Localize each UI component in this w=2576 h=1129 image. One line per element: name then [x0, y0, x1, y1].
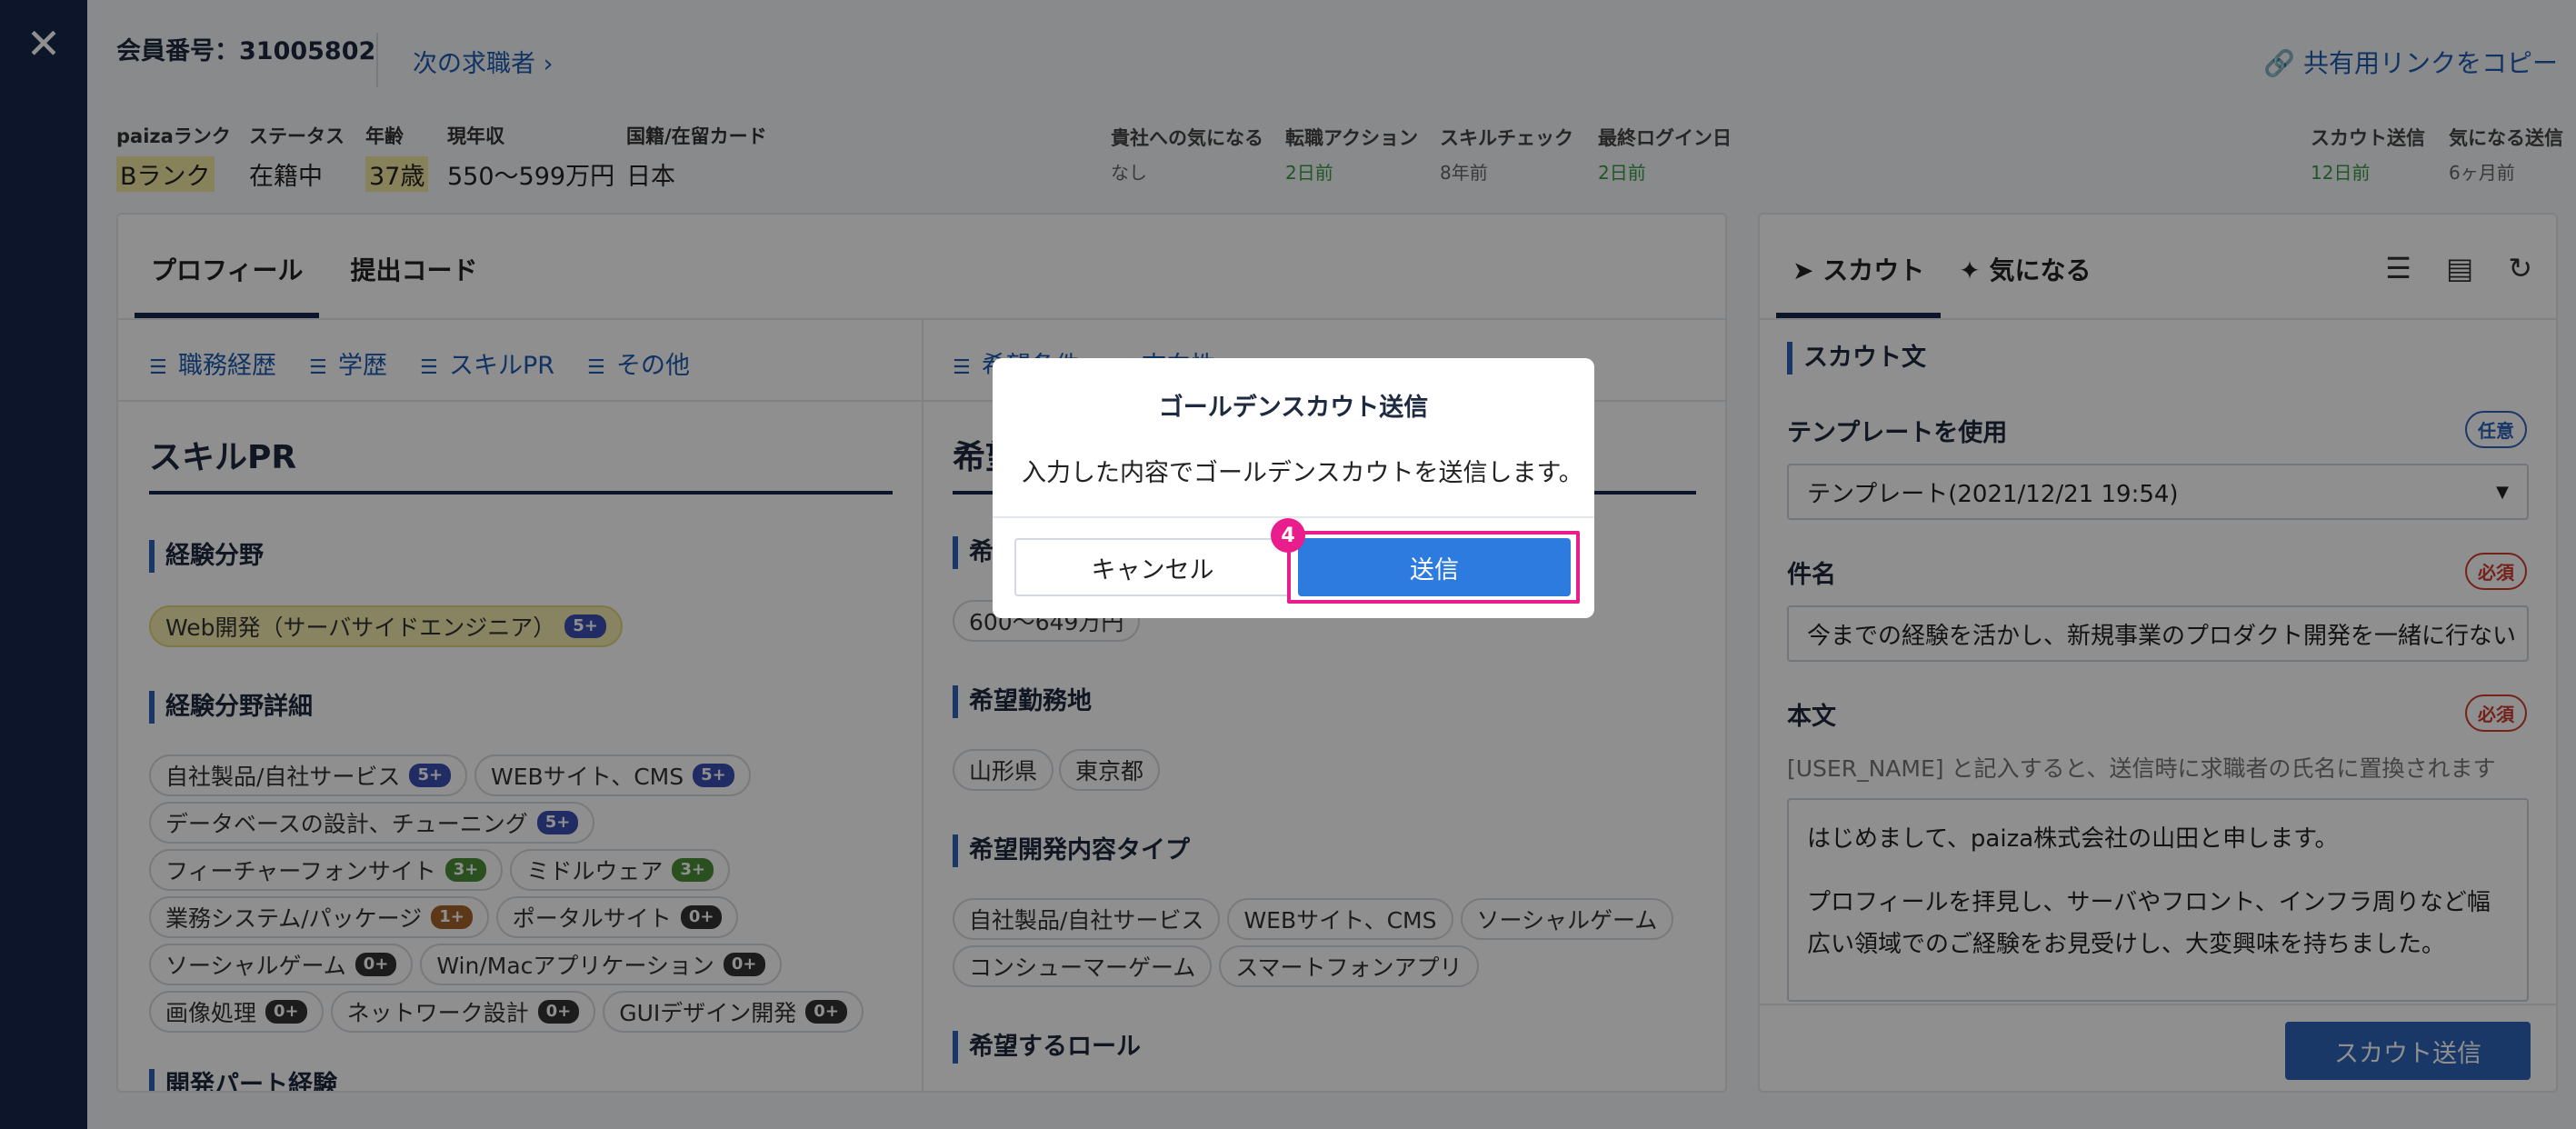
send-button[interactable]: 送信 [1298, 538, 1571, 596]
golden-scout-dialog: ゴールデンスカウト送信 入力した内容でゴールデンスカウトを送信します。 キャンセ… [993, 358, 1594, 618]
dialog-title: ゴールデンスカウト送信 [1158, 394, 1429, 422]
cancel-button[interactable]: キャンセル [1014, 538, 1291, 596]
dialog-message: 入力した内容でゴールデンスカウトを送信します。 [1022, 459, 1583, 487]
dialog-divider [993, 516, 1594, 518]
step-number-badge: 4 [1271, 518, 1305, 553]
